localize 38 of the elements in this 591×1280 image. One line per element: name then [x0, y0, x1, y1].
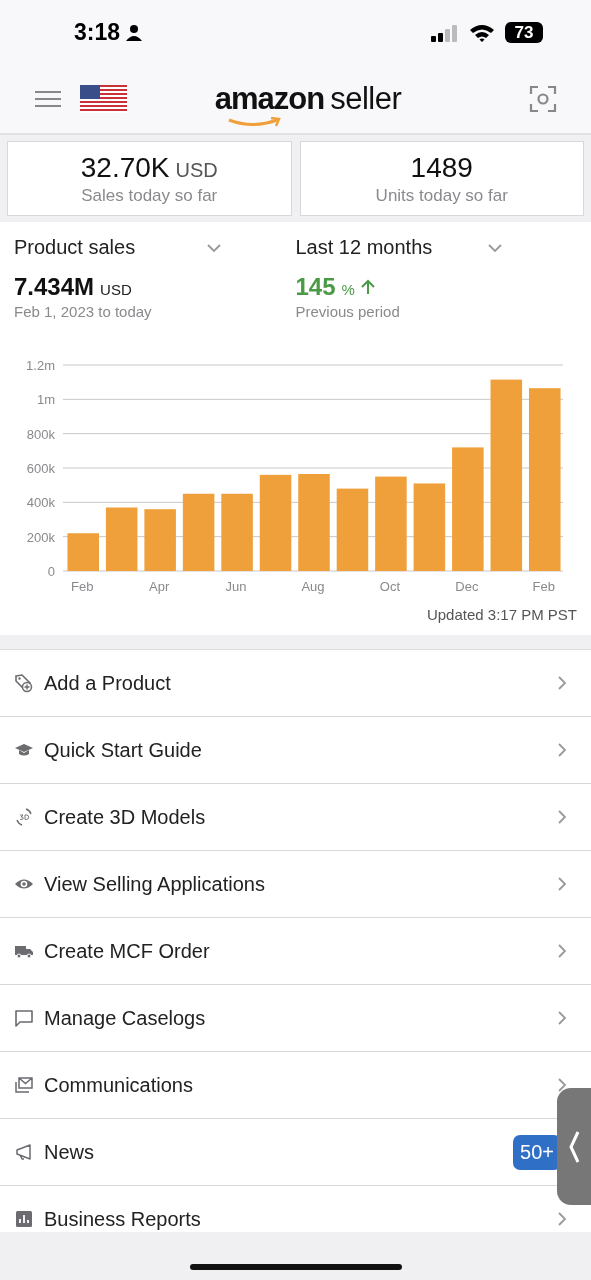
stat-caption: Units today so far [375, 185, 508, 206]
menu-item[interactable]: View Selling Applications [0, 851, 591, 918]
y-axis-label: 1m [36, 392, 55, 408]
x-axis-label: Oct [379, 579, 401, 594]
stat-unit: USD [175, 158, 218, 182]
x-axis-label: Apr [149, 579, 170, 594]
y-axis-label: 0 [47, 564, 55, 579]
x-axis-label: Dec [455, 579, 479, 594]
menu-item[interactable]: Create MCF Order [0, 918, 591, 985]
total-unit: USD [100, 281, 132, 298]
updated-time: Updated 3:17 PM PST [425, 606, 578, 625]
stat-value: 32.70K [80, 151, 170, 184]
x-axis-label: Feb [532, 579, 555, 594]
total-caption: Feb 1, 2023 to today [14, 303, 153, 320]
battery-level: 73 [505, 22, 543, 43]
menu-item[interactable]: Create 3D Models [0, 784, 591, 851]
y-axis-label: 800k [26, 426, 55, 442]
change-value: 145 [295, 273, 336, 301]
x-axis-label: Aug [301, 579, 325, 594]
menu-item[interactable]: Quick Start Guide [0, 717, 591, 784]
status-time: 3:18 [74, 19, 121, 46]
y-axis-label: 600k [26, 461, 55, 476]
menu-item[interactable]: Add a Product [0, 650, 591, 717]
total-value: 7.434M [14, 273, 95, 301]
logo-brand: amazon [214, 81, 325, 117]
period-selector[interactable]: Product sales [14, 236, 296, 259]
logo-product: seller [330, 81, 402, 117]
stat-value: 1489 [410, 151, 473, 184]
stat-caption: Sales today so far [81, 185, 218, 206]
x-axis-label: Jun [225, 579, 247, 594]
change-caption: Previous period [295, 303, 401, 320]
y-axis-label: 400k [26, 495, 55, 511]
x-axis-label: Feb [71, 579, 94, 594]
change-unit: % [341, 281, 355, 298]
y-axis-label: 1.2m [26, 358, 55, 373]
period-selector[interactable]: Last 12 months [295, 236, 577, 259]
y-axis-label: 200k [26, 529, 55, 545]
menu-item[interactable]: Manage Caselogs [0, 985, 591, 1052]
